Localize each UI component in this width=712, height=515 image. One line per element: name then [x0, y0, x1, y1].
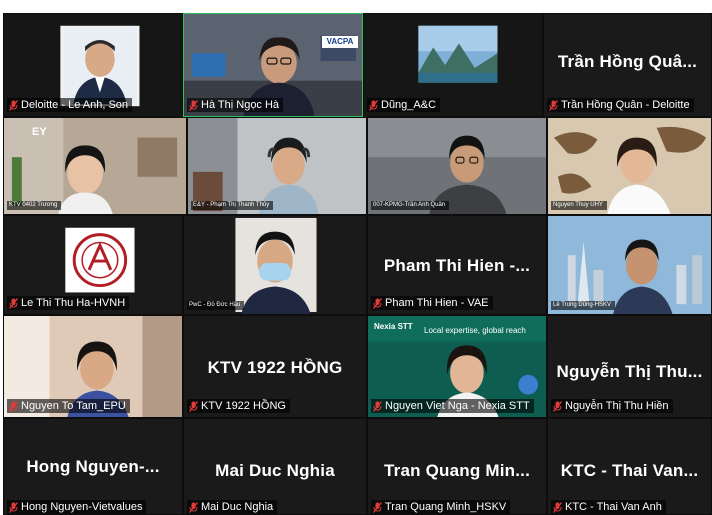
participant-video — [368, 118, 546, 214]
participant-display-name: Pham Thi Hien -... — [383, 256, 531, 275]
video-tile[interactable]: Trần Hồng Quâ... Trần Hồng Quân - Deloit… — [543, 13, 712, 117]
muted-mic-icon — [9, 400, 18, 412]
participant-name-label: Tran Quang Minh_HSKV — [371, 500, 511, 514]
video-tile[interactable]: Deloitte - Le Anh, Son — [3, 13, 183, 117]
vacpa-logo-badge: VACPA — [322, 36, 358, 48]
muted-mic-icon — [373, 400, 382, 412]
participant-name-label: Hà Thị Ngọc Hà — [187, 98, 284, 112]
nexia-logo-badge: Nexia STT — [374, 322, 413, 331]
video-tile[interactable]: Tran Quang Min... Tran Quang Minh_HSKV — [367, 418, 547, 515]
participant-display-name: Tran Quang Min... — [383, 461, 531, 480]
participant-name-label: Nguyen Viet Nga - Nexia STT — [371, 399, 534, 413]
participant-display-name: Nguyễn Thị Thu... — [556, 362, 703, 381]
video-tile[interactable]: Nexia STT Local expertise, global reach … — [367, 315, 547, 418]
muted-mic-icon — [553, 400, 562, 412]
video-tile[interactable]: Lê Trung Dũng-HSKV — [547, 215, 712, 315]
muted-mic-icon — [373, 501, 382, 513]
video-tile[interactable]: Nguyễn Thị Thu... Nguyễn Thị Thu Hiền — [547, 315, 712, 418]
muted-mic-icon — [189, 501, 198, 513]
video-tile[interactable]: Dũng_A&C — [363, 13, 543, 117]
participant-name-label: Lê Trung Dũng-HSKV — [551, 301, 616, 310]
video-tile[interactable]: Mai Duc Nghia Mai Duc Nghia — [183, 418, 367, 515]
muted-mic-icon — [369, 99, 378, 111]
video-tile[interactable]: E&Y - Phạm Thị Thanh Thủy — [187, 117, 367, 215]
participant-name-label: KTC - Thai Van Anh — [551, 500, 666, 514]
participant-video — [548, 216, 711, 314]
muted-mic-icon — [9, 501, 18, 513]
participant-name-label: E&Y - Phạm Thị Thanh Thủy — [191, 201, 274, 210]
participant-name-label: Deloitte - Le Anh, Son — [7, 98, 133, 112]
participant-name-label: Le Thi Thu Ha-HVNH — [7, 296, 130, 310]
muted-mic-icon — [189, 99, 198, 111]
video-tile[interactable]: KTC - Thai Van... KTC - Thai Van Anh — [547, 418, 712, 515]
participant-display-name: KTC - Thai Van... — [560, 461, 699, 480]
video-tile[interactable]: Pham Thi Hien -... Pham Thi Hien - VAE — [367, 215, 547, 315]
participant-video — [188, 118, 366, 214]
muted-mic-icon — [373, 297, 382, 309]
video-tile[interactable]: PwC - Đỗ Đức Hậu — [183, 215, 367, 315]
participant-name-label: Dũng_A&C — [367, 98, 441, 112]
video-tile[interactable]: EY KTV 0402 Trương — [3, 117, 187, 215]
participant-name-label: KTV 1922 HỒNG — [187, 399, 290, 413]
participant-name-label: Trần Hồng Quân - Deloitte — [547, 98, 694, 112]
participant-video — [235, 217, 317, 314]
video-tile[interactable]: KTV 1922 HỒNG KTV 1922 HỒNG — [183, 315, 367, 418]
participant-video — [548, 118, 711, 214]
participant-name-label: Hong Nguyen-Vietvalues — [7, 500, 147, 514]
participant-name-label: Pham Thi Hien - VAE — [371, 296, 493, 310]
participant-name-label: KTV 0402 Trương — [7, 201, 62, 210]
participant-display-name: KTV 1922 HỒNG — [207, 358, 343, 377]
muted-mic-icon — [9, 297, 18, 309]
participant-name-label: Mai Duc Nghia — [187, 500, 278, 514]
nexia-banner-text: Local expertise, global reach — [424, 326, 526, 335]
video-tile[interactable]: Nguyen Thuy UHY — [547, 117, 712, 215]
participant-name-label: Nguyen Thuy UHY — [551, 201, 607, 210]
video-tile[interactable]: VACPA Hà Thị Ngọc Hà — [183, 13, 363, 117]
participant-name-label: Nguyen To Tam_EPU — [7, 399, 130, 413]
muted-mic-icon — [549, 99, 558, 111]
video-tile[interactable]: 007-KPMG-Trần Anh Quân — [367, 117, 547, 215]
muted-mic-icon — [9, 99, 18, 111]
video-tile[interactable]: Le Thi Thu Ha-HVNH — [3, 215, 183, 315]
muted-mic-icon — [553, 501, 562, 513]
participant-display-name: Trần Hồng Quâ... — [557, 52, 698, 71]
participant-display-name: Hong Nguyen-... — [26, 457, 160, 476]
participant-display-name: Mai Duc Nghia — [215, 461, 335, 480]
ey-logo-badge: EY — [32, 126, 47, 138]
muted-mic-icon — [189, 400, 198, 412]
video-tile[interactable]: Hong Nguyen-... Hong Nguyen-Vietvalues — [3, 418, 183, 515]
participant-name-label: PwC - Đỗ Đức Hậu — [187, 301, 245, 310]
participant-name-label: 007-KPMG-Trần Anh Quân — [371, 201, 450, 210]
video-tile[interactable]: Nguyen To Tam_EPU — [3, 315, 183, 418]
participant-name-label: Nguyễn Thị Thu Hiền — [551, 399, 673, 413]
